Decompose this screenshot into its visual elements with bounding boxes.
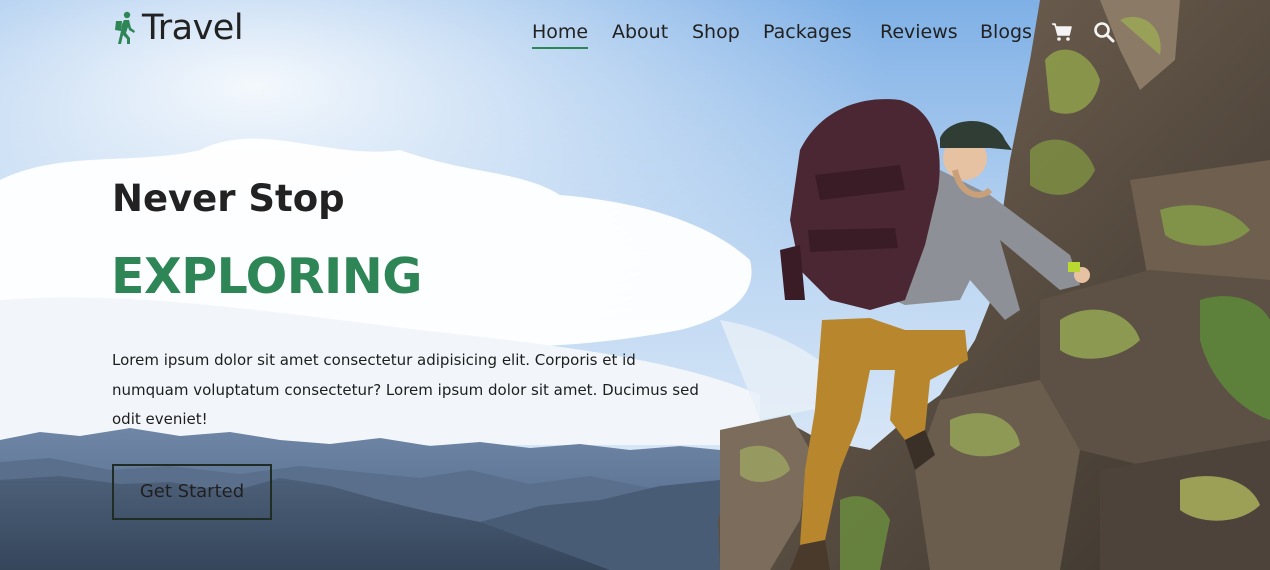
- nav-home[interactable]: Home: [532, 18, 589, 49]
- get-started-button[interactable]: Get Started: [112, 464, 272, 520]
- search-icon[interactable]: [1092, 20, 1116, 44]
- nav-reviews[interactable]: Reviews: [880, 18, 958, 48]
- nav-about[interactable]: About: [612, 18, 668, 48]
- hero-section: Travel Home About Shop Packages Reviews …: [0, 0, 1270, 570]
- nav-shop[interactable]: Shop: [692, 18, 740, 48]
- hero-title-line-2: EXPLORING: [111, 248, 423, 305]
- nav-blogs[interactable]: Blogs: [980, 18, 1032, 48]
- hero-description: Lorem ipsum dolor sit amet consectetur a…: [112, 351, 699, 428]
- brand-name: Travel: [142, 8, 244, 48]
- brand-logo[interactable]: Travel: [112, 8, 244, 48]
- shopping-cart-icon[interactable]: [1050, 20, 1074, 44]
- hiker-icon: [115, 11, 135, 44]
- nav-packages[interactable]: Packages: [763, 18, 852, 48]
- hero-title-line-1: Never Stop: [112, 177, 345, 220]
